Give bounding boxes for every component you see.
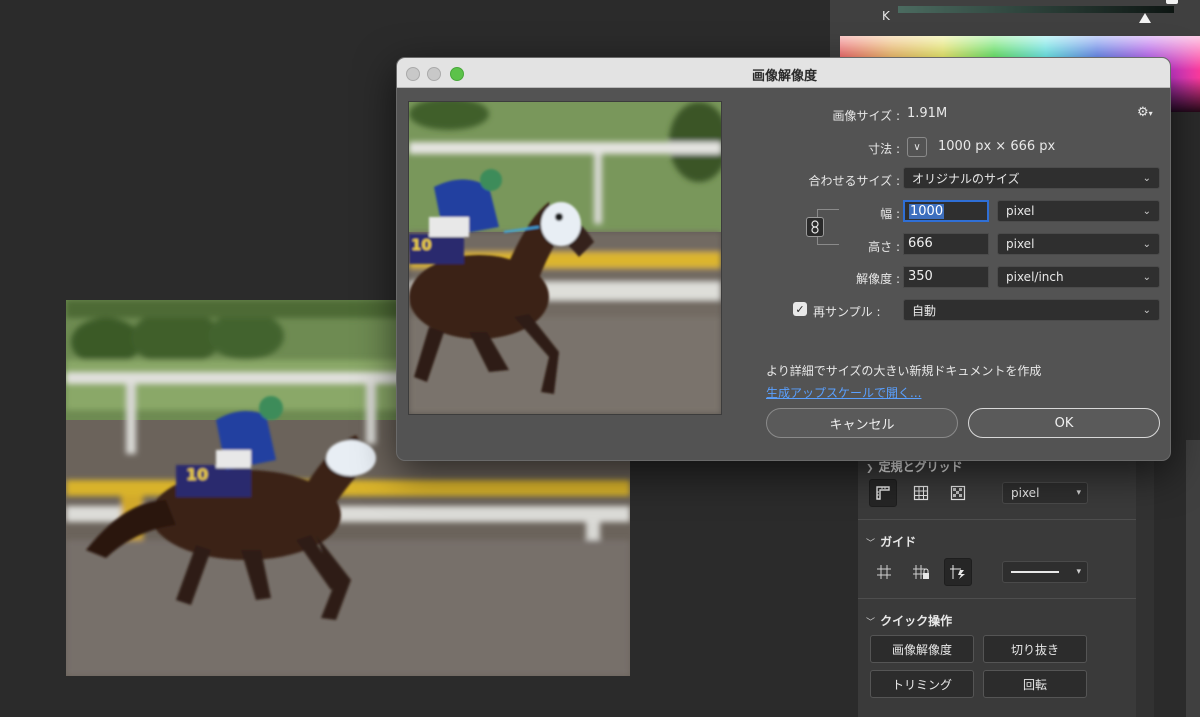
resolution-unit-value: pixel/inch [1006,270,1064,284]
image-size-dialog: 画像解像度 10 画像サイズ: 1.91M ⚙▾ 寸法: ∨ 1000 px… [396,57,1171,461]
svg-text:10: 10 [411,236,432,254]
height-value: 666 [908,236,933,251]
section-divider [858,519,1136,520]
cancel-button-label: キャンセル [829,417,895,433]
preview-photo: 10 [409,102,721,414]
ruler-unit-value: pixel [1011,486,1040,500]
resolution-label: 解像度 : [856,272,900,286]
dimensions-value: 1000 px × 666 px [938,139,1056,154]
chevron-down-icon: ﹀ [866,618,876,628]
guides-section-header[interactable]: ﹀ ガイド [866,531,916,550]
height-input[interactable]: 666 [903,233,989,255]
dialog-titlebar: 画像解像度 [397,58,1170,88]
quick-action-label: 切り抜き [1010,642,1059,657]
pixel-grid-toggle-button[interactable] [945,480,971,506]
line-style-preview [1011,571,1059,573]
chevron-down-icon: ▾ [1148,109,1153,118]
constrain-proportions-button[interactable] [806,217,824,237]
chevron-down-icon: ⌄ [1142,304,1151,316]
quick-action-label: トリミング [891,677,952,692]
height-unit-select[interactable]: pixel ⌄ [997,233,1160,255]
width-unit-select[interactable]: pixel ⌄ [997,200,1160,222]
chevron-down-icon: ▾ [1076,488,1081,498]
quick-action-trim-button[interactable]: トリミング [870,670,974,698]
quick-action-rotate-button[interactable]: 回転 [983,670,1087,698]
resample-label: 再サンプル : [813,305,881,319]
grid-toggle-button[interactable] [908,480,934,506]
grid-icon [913,485,929,501]
lock-guides-icon [913,565,929,579]
guides-section-title: ガイド [880,535,917,549]
height-label: 高さ : [868,240,900,254]
generative-upscale-link[interactable]: 生成アップスケールで開く... [766,384,921,401]
quick-actions-header[interactable]: ﹀ クイック操作 [866,610,952,629]
chevron-down-icon: ⌄ [1142,238,1151,250]
chevron-down-icon: ﹀ [866,539,876,549]
width-value: 1000 [909,204,945,219]
new-document-info-text: より詳細でサイズの大きい新規ドキュメントを作成 [766,364,1042,378]
resample-checkbox[interactable]: ✓ [793,302,807,316]
chevron-down-icon: ∨ [913,141,921,153]
ruler-toggle-button[interactable] [869,479,897,507]
gear-icon: ⚙ [1137,105,1149,120]
dimensions-unit-toggle[interactable]: ∨ [907,137,927,157]
ruler-unit-select[interactable]: pixel ▾ [1002,482,1088,504]
ok-button-label: OK [1054,415,1074,431]
panel-scroll-gutter [1136,452,1154,717]
dimensions-label: 寸法 : [868,142,900,156]
width-label: 幅 : [880,207,900,221]
top-slider-thumb[interactable] [1166,0,1178,4]
guide-style-select[interactable]: ▾ [1002,561,1088,583]
width-unit-value: pixel [1006,204,1035,218]
section-divider [858,598,1136,599]
checkmark-icon: ✓ [795,302,805,316]
panel-gap [1154,452,1186,717]
resolution-input[interactable]: 350 [903,266,989,288]
smart-guides-button[interactable] [944,558,972,586]
k-slider-thumb[interactable] [1139,13,1151,23]
height-unit-value: pixel [1006,237,1035,251]
chevron-down-icon: ▾ [1076,567,1081,577]
chevron-down-icon: ❯ [866,464,874,474]
chevron-down-icon: ⌄ [1142,205,1151,217]
image-size-value: 1.91M [907,106,948,121]
pixel-grid-icon [950,485,966,501]
resample-value: 自動 [912,303,937,318]
fit-to-value: オリジナルのサイズ [912,171,1020,186]
resolution-unit-select[interactable]: pixel/inch ⌄ [997,266,1160,288]
ok-button[interactable]: OK [968,408,1160,438]
fit-to-select[interactable]: オリジナルのサイズ ⌄ [903,167,1160,189]
chevron-down-icon: ⌄ [1142,172,1151,184]
k-slider[interactable] [898,6,1174,13]
guides-toggle-button[interactable] [871,559,897,585]
chevron-down-icon: ⌄ [1142,271,1151,283]
cancel-button[interactable]: キャンセル [766,408,958,438]
quick-action-label: 回転 [1022,677,1047,692]
smart-guides-icon [950,565,965,579]
width-input[interactable]: 1000 [903,200,989,222]
quick-action-label: 画像解像度 [891,642,952,657]
side-panel-bar [1186,440,1200,717]
svg-text:10: 10 [186,465,208,484]
settings-gear-button[interactable]: ⚙▾ [1137,105,1153,120]
lock-guides-button[interactable] [908,559,934,585]
image-preview[interactable]: 10 [408,101,722,415]
dialog-title: 画像解像度 [751,69,817,84]
quick-action-crop-button[interactable]: 切り抜き [983,635,1087,663]
quick-action-image-size-button[interactable]: 画像解像度 [870,635,974,663]
quick-actions-title: クイック操作 [880,614,953,628]
resample-select[interactable]: 自動 ⌄ [903,299,1160,321]
chain-link-icon [811,220,819,234]
guides-icon [877,565,891,579]
k-channel-label: K [882,9,890,23]
fit-to-label: 合わせるサイズ : [808,174,901,188]
image-size-label: 画像サイズ : [832,109,901,123]
rulers-section-title: 定規とグリッド [878,460,963,474]
resolution-value: 350 [908,269,933,284]
ruler-icon [876,486,890,500]
